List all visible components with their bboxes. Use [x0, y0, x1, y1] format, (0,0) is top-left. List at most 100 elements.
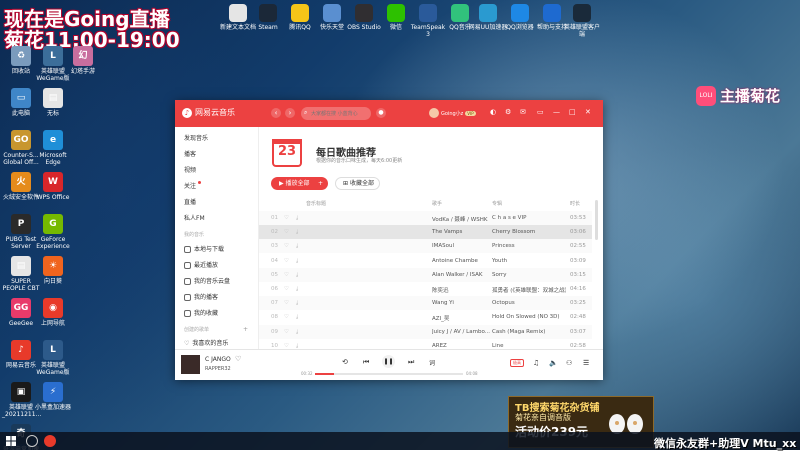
desktop-icon[interactable]: W WPS Office [34, 172, 72, 201]
settings-icon[interactable]: ⚙ [505, 108, 511, 116]
like-song-icon[interactable]: ♡ [284, 343, 289, 349]
song-row[interactable]: 02♡⤓Would YouThe VampsCherry Blossom03:0… [259, 225, 592, 240]
desktop-icon[interactable]: e Microsoft Edge [34, 130, 72, 166]
album-cover[interactable] [181, 355, 200, 374]
like-song-icon[interactable]: ♡ [284, 329, 289, 335]
search-taskbar-icon[interactable] [26, 435, 38, 447]
like-song-icon[interactable]: ♡ [284, 229, 289, 235]
song-artist[interactable]: VodKa / 聂峰 / WSHK [432, 215, 490, 223]
song-row[interactable]: 07♡⤓Octopus (Original Mix)SQWang YiOctop… [259, 296, 592, 311]
col-album[interactable]: 专辑 [492, 200, 502, 207]
sidebar-item-local[interactable]: 本地与下载 [184, 244, 224, 253]
song-artist[interactable]: Alan Walker / ISAK [432, 272, 490, 278]
song-album[interactable]: Cherry Blossom [492, 229, 566, 235]
scrollbar[interactable] [595, 200, 598, 240]
loop-icon[interactable]: ⟲ [342, 358, 348, 366]
like-song-icon[interactable]: ♡ [284, 258, 289, 264]
sidebar-item-live[interactable]: 直播 [184, 197, 196, 206]
forward-button[interactable]: › [285, 108, 295, 118]
sound-effect-icon[interactable]: ♫ [533, 359, 539, 367]
now-playing-title[interactable]: C JANGO [205, 356, 231, 363]
now-playing-artist[interactable]: RAPPER32 [205, 366, 231, 372]
desktop-icon[interactable]: ☀ 向日葵 [34, 256, 72, 285]
back-button[interactable]: ‹ [271, 108, 281, 118]
sidebar-item-collection[interactable]: 我的收藏 [184, 308, 218, 317]
download-song-icon[interactable]: ⤓ [296, 243, 298, 250]
like-song-icon[interactable]: ♡ [284, 215, 289, 221]
netease-taskbar-icon[interactable] [44, 435, 56, 447]
playlist-icon[interactable]: ☰ [583, 359, 589, 367]
skin-icon[interactable]: ◐ [490, 108, 496, 116]
song-row[interactable]: 03♡⤓PrincessSQIMASoulPrincess02:55 [259, 239, 592, 254]
song-artist[interactable]: AREZ [432, 343, 490, 349]
song-row[interactable]: 09♡⤓Cash (Maga Remix)SQJuicy J / AV / La… [259, 324, 592, 339]
song-artist[interactable]: 陈奕迅 [432, 286, 490, 294]
song-album[interactable]: Cash (Maga Remix) [492, 329, 566, 335]
desktop-icon[interactable]: ▤ 无标 [34, 88, 72, 117]
progress-bar[interactable] [315, 373, 463, 375]
listen-together-icon[interactable]: ⚇ [566, 359, 572, 367]
song-album[interactable]: Youth [492, 258, 566, 264]
quality-badge[interactable]: 极高 [510, 359, 524, 367]
desktop-icon[interactable]: ◉ 上网导航 [34, 298, 72, 327]
song-row[interactable]: 05♡⤓SorryAlan Walker / ISAKSorry03:15 [259, 267, 592, 282]
like-song-icon[interactable]: ♡ [284, 272, 289, 278]
song-artist[interactable]: Antoine Chambe [432, 258, 490, 264]
song-album[interactable]: C h a s e VIP [492, 215, 566, 221]
song-album[interactable]: Princess [492, 243, 566, 249]
song-album[interactable]: Octopus [492, 300, 566, 306]
sidebar-item-my-podcast[interactable]: 我的播客 [184, 292, 218, 301]
mic-button[interactable]: ● [376, 108, 386, 118]
sidebar-item-video[interactable]: 视频 [184, 165, 196, 174]
like-icon[interactable]: ♡ [235, 355, 241, 363]
col-artist[interactable]: 歌手 [432, 200, 442, 207]
sidebar-item-cloud[interactable]: 我的音乐云盘 [184, 276, 230, 285]
next-icon[interactable]: ⏭ [408, 358, 414, 367]
song-row[interactable]: 08♡⤓Hold On Slowed (NO 3D)SQAZI_吴Hold On… [259, 310, 592, 324]
brand[interactable]: ♪ 网易云音乐 [182, 107, 235, 118]
song-artist[interactable]: Wang Yi [432, 300, 490, 306]
lyrics-icon[interactable]: 词 [429, 358, 435, 367]
song-row[interactable]: 06♡⤓孤勇者 (《英雄联盟：双城之战》动画...SQ陈奕迅孤勇者 (《英雄联盟… [259, 282, 592, 296]
song-artist[interactable]: Juicy J / AV / Lambo... [432, 329, 490, 335]
volume-icon[interactable]: 🔈 [549, 359, 558, 367]
like-song-icon[interactable]: ♡ [284, 300, 289, 306]
mail-icon[interactable]: ✉ [520, 108, 526, 116]
windows-start-icon[interactable] [6, 436, 16, 446]
download-song-icon[interactable]: ⤓ [296, 229, 298, 236]
add-playlist-icon[interactable]: + [243, 326, 248, 333]
col-duration[interactable]: 时长 [570, 200, 580, 207]
song-album[interactable]: 孤勇者 (《英雄联盟：双城之战》... [492, 286, 566, 294]
song-artist[interactable]: AZI_吴 [432, 314, 490, 322]
like-song-icon[interactable]: ♡ [284, 314, 289, 320]
song-artist[interactable]: IMASoul [432, 243, 490, 249]
sidebar-item-fm[interactable]: 私人FM [184, 213, 205, 222]
like-song-icon[interactable]: ♡ [284, 286, 289, 292]
song-album[interactable]: Hold On Slowed (NO 3D) [492, 314, 566, 320]
desktop-icon[interactable]: 英雄联盟客户端 [562, 4, 602, 38]
download-song-icon[interactable]: ⤓ [296, 286, 298, 293]
desktop-icon[interactable]: ⚡ 小黑盒加速器 [34, 382, 72, 411]
col-title[interactable]: 音乐标题 [306, 200, 326, 207]
song-album[interactable]: Line [492, 343, 566, 349]
song-row[interactable]: 04♡⤓Easy ComeSQAntoine ChambeYouth03:09 [259, 254, 592, 268]
pause-button[interactable]: ❚❚ [382, 355, 395, 368]
prev-icon[interactable]: ⏮ [363, 358, 369, 367]
play-all-button[interactable]: ▶ 播放全部 + [271, 177, 328, 190]
user-profile[interactable]: Going小z VIP [429, 108, 476, 118]
collect-all-button[interactable]: ⊞ 收藏全部 [335, 177, 380, 190]
minimize-icon[interactable]: — [553, 108, 560, 116]
like-song-icon[interactable]: ♡ [284, 243, 289, 249]
song-row[interactable]: 01♡⤓Chase (Original Mix)SQVodKa / 聂峰 / W… [259, 211, 592, 225]
song-album[interactable]: Sorry [492, 272, 566, 278]
download-song-icon[interactable]: ⤓ [296, 258, 298, 265]
mini-mode-icon[interactable]: ▭ [537, 108, 544, 116]
sidebar-item-recent[interactable]: 最近播放 [184, 260, 218, 269]
desktop-icon[interactable]: L 英雄联盟WeGame版 [34, 340, 72, 376]
download-song-icon[interactable]: ⤓ [296, 300, 298, 307]
download-song-icon[interactable]: ⤓ [296, 329, 298, 336]
close-icon[interactable]: ✕ [585, 108, 591, 116]
maximize-icon[interactable]: □ [569, 108, 576, 116]
download-song-icon[interactable]: ⤓ [296, 314, 298, 321]
desktop-icon[interactable]: 幻幻塔手游 [64, 46, 102, 75]
